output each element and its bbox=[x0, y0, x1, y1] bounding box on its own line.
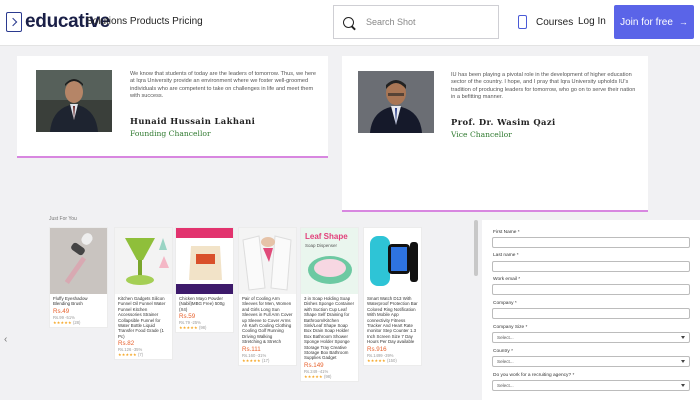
rating-stars: ★★★★★ (98) bbox=[176, 325, 233, 332]
image-caption: Leaf Shape bbox=[305, 232, 348, 241]
login-link[interactable]: Log In bbox=[578, 16, 606, 27]
company-size-select[interactable]: Select... bbox=[492, 332, 690, 343]
last-name-label: Last name * bbox=[493, 253, 519, 258]
rating-count: (7) bbox=[137, 352, 144, 358]
product-image bbox=[115, 228, 172, 294]
product-price: Rs.916 bbox=[367, 345, 387, 353]
arrow-right-icon: → bbox=[678, 17, 688, 27]
join-label: Join for free bbox=[620, 16, 673, 28]
testimonial-quote: IU has been playing a pivotal role in th… bbox=[451, 72, 636, 101]
work-email-label: Work email * bbox=[493, 277, 521, 282]
product-image bbox=[176, 228, 233, 294]
person-photo bbox=[36, 70, 112, 132]
mobile-icon bbox=[518, 15, 527, 29]
product-title: Fluffy Eyeshadow Blending Brush bbox=[53, 296, 88, 307]
product-card[interactable]: Pair of Cooling Arm Sleeves for Men, Wom… bbox=[238, 227, 297, 366]
search-icon bbox=[343, 16, 354, 28]
rating-count: (98) bbox=[198, 325, 207, 331]
product-image bbox=[50, 228, 107, 294]
country-value: Select... bbox=[497, 359, 514, 364]
testimonial-quote: We know that students of today are the l… bbox=[130, 71, 317, 100]
product-image bbox=[364, 228, 421, 294]
stars-icon: ★★★★★ bbox=[367, 357, 386, 363]
first-name-field[interactable] bbox=[492, 237, 690, 248]
rating-count: (17) bbox=[261, 357, 270, 363]
image-subcaption: Soap Dispenser bbox=[305, 243, 338, 248]
country-select[interactable]: Select... bbox=[492, 356, 690, 367]
stars-icon: ★★★★★ bbox=[118, 352, 137, 358]
rating-stars: ★★★★★ (7) bbox=[115, 352, 172, 359]
courses-label: Courses bbox=[536, 16, 574, 28]
product-title: Chicken Mayo Powder (Nabil)MBG Free) 500… bbox=[179, 296, 225, 312]
product-strip: Just For You Fluffy Eyeshadow Blending B… bbox=[47, 216, 427, 392]
stars-icon: ★★★★★ bbox=[53, 319, 72, 325]
product-price: Rs.49 bbox=[53, 307, 70, 315]
product-price: Rs.111 bbox=[242, 345, 261, 353]
nav-links[interactable]: Solutions Products Pricing bbox=[86, 16, 203, 27]
product-card[interactable]: Chicken Mayo Powder (Nabil)MBG Free) 500… bbox=[175, 227, 234, 334]
section-title: Just For You bbox=[49, 216, 77, 222]
courses-link[interactable]: Courses bbox=[518, 15, 573, 29]
person-photo bbox=[358, 71, 434, 133]
product-title: 3 in Soap Holding Soap Dishes Sponge Con… bbox=[304, 296, 355, 361]
rating-stars: ★★★★★ (17) bbox=[239, 358, 296, 365]
product-price: Rs.82 bbox=[118, 340, 135, 348]
first-name-label: First Name * bbox=[493, 230, 520, 235]
person-name: Hunaid Hussain Lakhani bbox=[130, 116, 256, 126]
product-image: Leaf Shape Soap Dispenser bbox=[301, 228, 358, 294]
product-price: Rs.59 bbox=[179, 313, 196, 321]
product-image bbox=[239, 228, 296, 294]
person-name: Prof. Dr. Wasim Qazi bbox=[451, 117, 556, 127]
rating-stars: ★★★★★ (98) bbox=[301, 374, 358, 381]
stars-icon: ★★★★★ bbox=[304, 373, 323, 379]
testimonial-card: IU has been playing a pivotal role in th… bbox=[342, 56, 648, 212]
chevron-down-icon bbox=[681, 360, 685, 363]
search-box[interactable]: Search Shot bbox=[333, 5, 499, 39]
recruiting-agency-value: Select... bbox=[497, 383, 514, 388]
rating-stars: ★★★★★ (150) bbox=[364, 358, 421, 365]
product-title: Pair of Cooling Arm Sleeves for Men, Wom… bbox=[242, 296, 293, 345]
company-size-label: Company Size * bbox=[493, 325, 528, 330]
product-card[interactable]: Kitchen Gadgets Silicon Funnel Oil Funne… bbox=[114, 227, 173, 361]
rating-count: (150) bbox=[386, 357, 397, 363]
last-name-field[interactable] bbox=[492, 261, 690, 272]
product-price: Rs.149 bbox=[304, 361, 324, 369]
company-field[interactable] bbox=[492, 308, 690, 319]
stars-icon: ★★★★★ bbox=[242, 357, 261, 363]
product-card[interactable]: Fluffy Eyeshadow Blending Brush Rs.49 Rs… bbox=[49, 227, 108, 328]
chevron-down-icon bbox=[681, 336, 685, 339]
chevron-left-icon[interactable]: ‹ bbox=[4, 334, 7, 345]
product-card[interactable]: Smart Watch D13 With Waterproof Protecti… bbox=[363, 227, 422, 366]
country-label: Country * bbox=[493, 349, 513, 354]
search-input[interactable]: Search Shot bbox=[366, 17, 416, 27]
contact-form: First Name * Last name * Work email * Co… bbox=[482, 220, 700, 400]
company-label: Company * bbox=[493, 301, 517, 306]
recruiting-agency-select[interactable]: Select... bbox=[492, 380, 690, 391]
company-size-value: Select... bbox=[497, 335, 514, 340]
stars-icon: ★★★★★ bbox=[179, 325, 198, 331]
join-button[interactable]: Join for free → bbox=[614, 5, 694, 39]
rating-stars: ★★★★★ (28) bbox=[50, 320, 107, 327]
recruiting-agency-label: Do you work for a recruiting agency? * bbox=[493, 373, 575, 378]
rating-count: (98) bbox=[323, 373, 332, 379]
product-card[interactable]: Leaf Shape Soap Dispenser 3 in Soap Hold… bbox=[300, 227, 359, 382]
testimonial-card: We know that students of today are the l… bbox=[17, 56, 328, 158]
person-role: Founding Chancellor bbox=[130, 129, 211, 138]
product-title: Smart Watch D13 With Waterproof Protecti… bbox=[367, 296, 418, 345]
chevron-down-icon bbox=[681, 384, 685, 387]
top-nav-bar: educative Solutions Products Pricing Sea… bbox=[0, 0, 700, 46]
work-email-field[interactable] bbox=[492, 284, 690, 295]
person-role: Vice Chancellor bbox=[451, 130, 512, 139]
vertical-scrollbar[interactable] bbox=[474, 220, 478, 276]
product-title: Kitchen Gadgets Silicon Funnel Oil Funne… bbox=[118, 296, 166, 339]
rating-count: (28) bbox=[72, 319, 81, 325]
logo-icon bbox=[6, 12, 22, 32]
